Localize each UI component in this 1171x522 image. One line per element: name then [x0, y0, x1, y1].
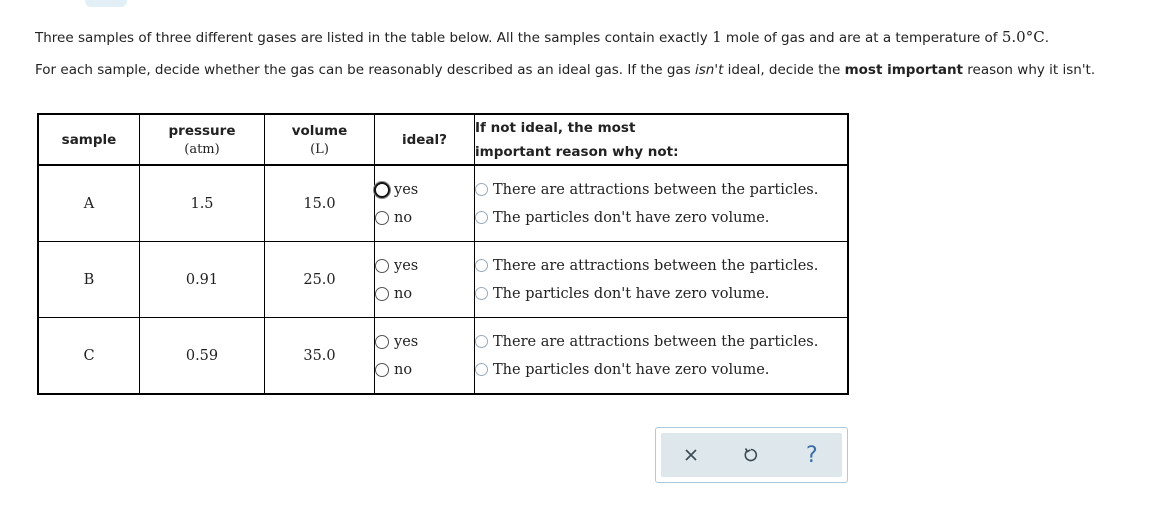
ideal-choice-group: yes no [374, 164, 475, 242]
reason-choice-group: There are attractions between the partic… [474, 241, 849, 318]
radio-button[interactable] [375, 258, 389, 273]
table-header-row: sample pressure (atm) volume (L) ideal? If… [37, 113, 849, 166]
header-volume: volume (L) [264, 113, 375, 166]
option-label: yes [394, 257, 419, 274]
ideal-no-option[interactable]: no [375, 280, 474, 308]
radio-button[interactable] [475, 183, 488, 196]
ideal-yes-option[interactable]: yes [375, 252, 474, 280]
ideal-yes-option[interactable]: yes [375, 328, 474, 356]
radio-button[interactable] [375, 334, 389, 349]
ideal-yes-option[interactable]: yes [374, 176, 474, 204]
cell-pressure: 1.5 [139, 164, 265, 242]
undo-icon [745, 448, 758, 462]
radio-button[interactable] [475, 259, 488, 272]
close-icon [685, 449, 697, 461]
ideal-no-option[interactable]: no [375, 204, 474, 232]
help-button[interactable]: ? [792, 437, 832, 473]
table-row: A 1.5 15.0 yes no There are attractions … [37, 164, 849, 242]
toolbar-inner: ? [661, 433, 842, 477]
reason-attractions-option[interactable]: There are attractions between the partic… [475, 252, 847, 280]
radio-button[interactable] [475, 211, 488, 224]
ideal-no-option[interactable]: no [375, 356, 474, 384]
reason-attractions-option[interactable]: There are attractions between the partic… [475, 328, 847, 356]
cell-pressure: 0.59 [139, 317, 265, 395]
header-ideal: ideal? [374, 113, 475, 166]
intro-line-1: Three samples of three different gases a… [35, 28, 1049, 46]
header-pressure-unit: (atm) [184, 141, 220, 157]
intro-emphasis: isn't [695, 62, 724, 78]
table-row: B 0.91 25.0 yes no There are attractions… [37, 241, 849, 318]
option-label: The particles don't have zero volume. [493, 285, 770, 302]
cell-sample: A [37, 164, 140, 242]
reason-volume-option[interactable]: The particles don't have zero volume. [475, 204, 847, 232]
radio-button[interactable] [475, 335, 488, 348]
cell-sample: B [37, 241, 140, 318]
reason-choice-group: There are attractions between the partic… [474, 317, 849, 395]
reason-attractions-option[interactable]: There are attractions between the partic… [475, 176, 847, 204]
cell-sample: C [37, 317, 140, 395]
clear-button[interactable] [671, 437, 711, 473]
cell-pressure: 0.91 [139, 241, 265, 318]
radio-button[interactable] [375, 362, 389, 377]
intro-text: . [1044, 30, 1049, 46]
intro-strong: most important [844, 62, 964, 78]
help-icon: ? [805, 442, 818, 468]
option-label: yes [394, 333, 419, 350]
header-sample: sample [37, 113, 140, 166]
option-label: yes [394, 181, 419, 198]
option-label: There are attractions between the partic… [493, 257, 819, 274]
cell-volume: 35.0 [264, 317, 375, 395]
table-row: C 0.59 35.0 yes no There are attractions… [37, 317, 849, 395]
option-label: no [394, 361, 413, 378]
header-reason: If not ideal, the most important reason w… [474, 113, 849, 166]
cell-volume: 15.0 [264, 164, 375, 242]
radio-button[interactable] [475, 287, 488, 300]
intro-line-2: For each sample, decide whether the gas … [35, 62, 1095, 78]
option-label: no [394, 209, 413, 226]
mole-count: 1 [712, 28, 722, 46]
header-pressure-label: pressure [168, 122, 236, 139]
intro-text: reason why it isn't. [963, 62, 1096, 78]
undo-button[interactable] [731, 437, 771, 473]
header-volume-unit: (L) [310, 141, 329, 157]
intro-text: mole of gas and are at a temperature of [721, 30, 1002, 46]
option-label: There are attractions between the partic… [493, 181, 819, 198]
header-reason-line2: important reason why not: [475, 143, 679, 160]
reason-volume-option[interactable]: The particles don't have zero volume. [475, 356, 847, 384]
radio-button[interactable] [374, 181, 390, 198]
option-label: There are attractions between the partic… [493, 333, 819, 350]
header-pressure: pressure (atm) [139, 113, 265, 166]
temperature-value: 5.0°C [1001, 28, 1045, 46]
option-label: no [394, 285, 413, 302]
radio-button[interactable] [475, 363, 488, 376]
option-label: The particles don't have zero volume. [493, 209, 770, 226]
option-label: The particles don't have zero volume. [493, 361, 770, 378]
ideal-choice-group: yes no [374, 241, 475, 318]
header-volume-label: volume [291, 122, 348, 139]
intro-text: Three samples of three different gases a… [35, 30, 713, 46]
reason-choice-group: There are attractions between the partic… [474, 164, 849, 242]
header-reason-line1: If not ideal, the most [475, 119, 636, 136]
gas-samples-table: sample pressure (atm) volume (L) ideal? If… [37, 113, 849, 395]
top-tab [85, 0, 127, 7]
answer-toolbar: ? [655, 427, 848, 483]
reason-volume-option[interactable]: The particles don't have zero volume. [475, 280, 847, 308]
radio-button[interactable] [375, 286, 389, 301]
radio-button[interactable] [375, 210, 389, 225]
intro-text: ideal, decide the [723, 62, 845, 78]
cell-volume: 25.0 [264, 241, 375, 318]
intro-text: For each sample, decide whether the gas … [35, 62, 696, 78]
ideal-choice-group: yes no [374, 317, 475, 395]
